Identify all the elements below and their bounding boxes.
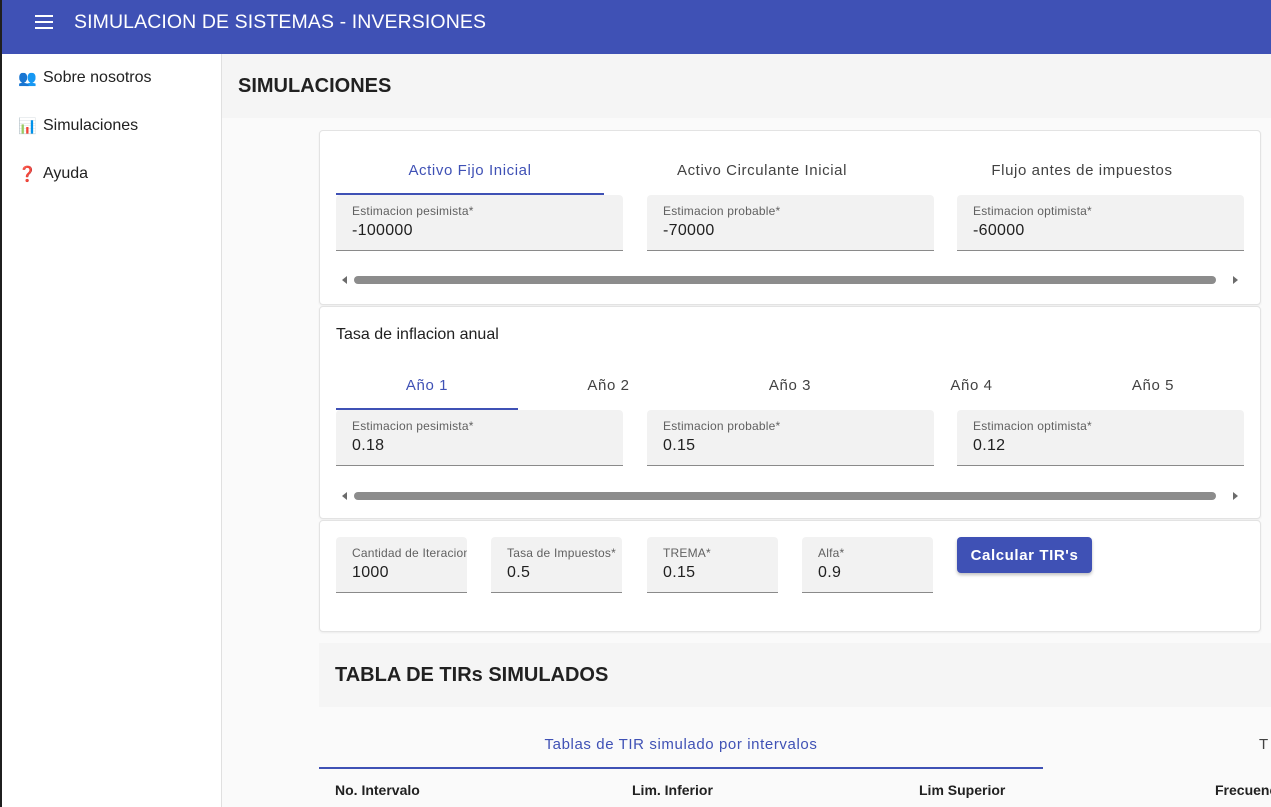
field-label: Estimacion pesimista* bbox=[352, 204, 474, 218]
scroll-left-icon[interactable] bbox=[342, 276, 347, 284]
activo-probable-field[interactable]: Estimacion probable* -70000 bbox=[647, 195, 934, 251]
sidebar: 👥 Sobre nosotros 📊 Simulaciones ❓ Ayuda bbox=[0, 54, 222, 807]
scrollbar-thumb[interactable] bbox=[354, 492, 1216, 500]
scroll-right-icon[interactable] bbox=[1233, 492, 1238, 500]
results-header: TABLA DE TIRs SIMULADOS bbox=[319, 643, 1271, 707]
column-header-frecuencia[interactable]: Frecuencia bbox=[1215, 782, 1271, 798]
menu-icon[interactable] bbox=[24, 2, 64, 42]
column-header-lim-superior[interactable]: Lim Superior bbox=[919, 782, 1005, 798]
field-value[interactable]: 0.15 bbox=[663, 437, 918, 455]
field-label: Estimacion probable* bbox=[663, 204, 781, 218]
inflacion-optimista-field[interactable]: Estimacion optimista* 0.12 bbox=[957, 410, 1244, 466]
column-header-lim-inferior[interactable]: Lim. Inferior bbox=[632, 782, 713, 798]
field-label: Estimacion probable* bbox=[663, 419, 781, 433]
sidebar-item-simulaciones[interactable]: 📊 Simulaciones bbox=[0, 102, 221, 150]
parametros-card: Cantidad de Iteraciones* 1000 Tasa de Im… bbox=[319, 520, 1261, 632]
field-value[interactable]: 0.18 bbox=[352, 437, 607, 455]
field-value[interactable]: 1000 bbox=[352, 564, 451, 582]
field-value[interactable]: 0.9 bbox=[818, 564, 917, 582]
activo-pesimista-field[interactable]: Estimacion pesimista* -100000 bbox=[336, 195, 623, 251]
inflacion-probable-field[interactable]: Estimacion probable* 0.15 bbox=[647, 410, 934, 466]
calcular-tirs-button[interactable]: Calcular TIR's bbox=[957, 537, 1092, 573]
tasa-impuestos-field[interactable]: Tasa de Impuestos* 0.5 bbox=[491, 537, 622, 593]
iteraciones-field[interactable]: Cantidad de Iteraciones* 1000 bbox=[336, 537, 467, 593]
sidebar-item-sobre-nosotros[interactable]: 👥 Sobre nosotros bbox=[0, 54, 221, 102]
bar-chart-icon: 📊 bbox=[18, 118, 37, 135]
tab-next[interactable]: T bbox=[1259, 721, 1271, 768]
sidebar-item-label: Sobre nosotros bbox=[43, 69, 152, 86]
trema-field[interactable]: TREMA* 0.15 bbox=[647, 537, 778, 593]
tab-tir-por-intervalos[interactable]: Tablas de TIR simulado por intervalos bbox=[319, 721, 1043, 769]
tab-ano-2[interactable]: Año 2 bbox=[518, 362, 699, 410]
tab-ano-3[interactable]: Año 3 bbox=[699, 362, 881, 410]
field-value[interactable]: -60000 bbox=[973, 222, 1228, 240]
tab-flujo-antes-de-impuestos[interactable]: Flujo antes de impuestos bbox=[920, 147, 1244, 195]
tab-activo-fijo-inicial[interactable]: Activo Fijo Inicial bbox=[336, 147, 604, 195]
results-title: TABLA DE TIRs SIMULADOS bbox=[335, 663, 609, 686]
sidebar-item-label: Simulaciones bbox=[43, 117, 139, 134]
activos-card: Activo Fijo Inicial Activo Circulante In… bbox=[319, 130, 1261, 305]
sidebar-item-label: Ayuda bbox=[43, 165, 89, 182]
tab-ano-5[interactable]: Año 5 bbox=[1062, 362, 1244, 410]
people-icon: 👥 bbox=[18, 70, 37, 87]
field-label: Estimacion optimista* bbox=[973, 419, 1092, 433]
scroll-right-icon[interactable] bbox=[1233, 276, 1238, 284]
field-label: TREMA* bbox=[663, 546, 711, 560]
activos-tabs: Activo Fijo Inicial Activo Circulante In… bbox=[336, 147, 1244, 195]
field-label: Estimacion pesimista* bbox=[352, 419, 474, 433]
window-edge bbox=[0, 0, 2, 807]
inflacion-pesimista-field[interactable]: Estimacion pesimista* 0.18 bbox=[336, 410, 623, 466]
field-label: Estimacion optimista* bbox=[973, 204, 1092, 218]
column-header-no-intervalo[interactable]: No. Intervalo bbox=[335, 782, 420, 798]
inflacion-card: Tasa de inflacion anual Año 1 Año 2 Año … bbox=[319, 306, 1261, 519]
activos-horizontal-scrollbar[interactable] bbox=[336, 273, 1244, 287]
scrollbar-thumb[interactable] bbox=[354, 276, 1216, 284]
sidebar-item-ayuda[interactable]: ❓ Ayuda bbox=[0, 150, 221, 198]
app-title: SIMULACION DE SISTEMAS - INVERSIONES bbox=[74, 10, 487, 33]
field-label: Alfa* bbox=[818, 546, 845, 560]
field-label: Cantidad de Iteraciones* bbox=[352, 546, 467, 560]
field-value[interactable]: -100000 bbox=[352, 222, 607, 240]
tab-ano-1[interactable]: Año 1 bbox=[336, 362, 518, 410]
field-value[interactable]: -70000 bbox=[663, 222, 918, 240]
main-content: SIMULACIONES Activo Fijo Inicial Activo … bbox=[222, 54, 1271, 807]
results-tabs: Tablas de TIR simulado por intervalos T bbox=[319, 721, 1271, 769]
field-value[interactable]: 0.12 bbox=[973, 437, 1228, 455]
question-icon: ❓ bbox=[18, 166, 37, 183]
inflacion-horizontal-scrollbar[interactable] bbox=[336, 489, 1244, 503]
page-header: SIMULACIONES bbox=[222, 54, 1271, 118]
field-value[interactable]: 0.15 bbox=[663, 564, 762, 582]
activo-optimista-field[interactable]: Estimacion optimista* -60000 bbox=[957, 195, 1244, 251]
field-label: Tasa de Impuestos* bbox=[507, 546, 616, 560]
scroll-left-icon[interactable] bbox=[342, 492, 347, 500]
tab-activo-circulante-inicial[interactable]: Activo Circulante Inicial bbox=[604, 147, 920, 195]
inflacion-title: Tasa de inflacion anual bbox=[336, 326, 499, 343]
alfa-field[interactable]: Alfa* 0.9 bbox=[802, 537, 933, 593]
results-table-header: No. Intervalo Lim. Inferior Lim Superior… bbox=[319, 782, 1271, 807]
inflacion-year-tabs: Año 1 Año 2 Año 3 Año 4 Año 5 bbox=[336, 362, 1244, 410]
field-value[interactable]: 0.5 bbox=[507, 564, 606, 582]
tab-ano-4[interactable]: Año 4 bbox=[881, 362, 1062, 410]
page-title: SIMULACIONES bbox=[238, 74, 392, 97]
app-bar: SIMULACION DE SISTEMAS - INVERSIONES bbox=[0, 0, 1271, 54]
